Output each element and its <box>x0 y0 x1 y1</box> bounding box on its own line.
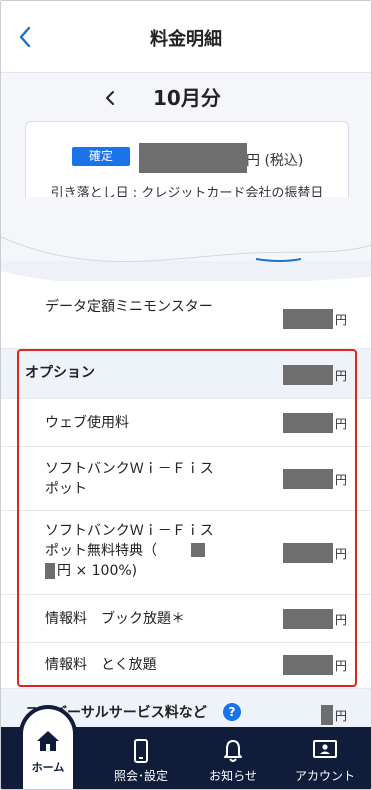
nav-label: アカウント <box>294 769 355 783</box>
section-label: オプション <box>25 365 95 381</box>
amount-unit: 円 <box>334 473 347 487</box>
amount-unit: 円 <box>334 547 347 561</box>
month-label: 10月分 <box>153 86 221 110</box>
amount-redacted <box>283 413 333 433</box>
id-card-icon <box>313 740 337 758</box>
home-icon <box>37 731 59 751</box>
item-label: ソフトバンクＷｉ－Ｆｉスポット <box>45 461 214 497</box>
list-item[interactable]: 情報料 ブック放題＊ 円 <box>1 595 371 643</box>
nav-account[interactable]: アカウント <box>285 731 365 787</box>
list-item[interactable]: ソフトバンクＷｉ－Ｆｉスポット 円 <box>1 447 371 511</box>
list-item[interactable]: ソフトバンクＷｉ－Ｆｉスポット無料特典（ 円 × 100%) 円 <box>1 511 371 595</box>
amount-redacted <box>321 705 333 725</box>
item-label: ウェブ使用料 <box>45 415 129 431</box>
item-label: データ定額ミニモンスター <box>45 299 213 315</box>
previous-month-button[interactable] <box>105 85 115 114</box>
list-item[interactable]: ウェブ使用料 円 <box>1 399 371 447</box>
amount-redacted <box>283 543 333 563</box>
amount-redacted <box>283 655 333 675</box>
amount-unit: 円 <box>334 313 347 327</box>
nav-label: ホーム <box>31 761 65 774</box>
status-badge: 確定 <box>72 147 130 166</box>
nav-notifications[interactable]: お知らせ <box>193 731 273 787</box>
amount-redacted <box>283 309 333 329</box>
total-amount-unit: 円 (税込) <box>246 153 304 169</box>
amount-unit: 円 <box>334 369 347 383</box>
total-amount-redacted <box>139 143 247 173</box>
app-frame: 料金明細 10月分 確定 円 (税込) 引き落とし日 : クレジットカード会社の… <box>0 0 372 790</box>
amount-redacted <box>283 365 333 385</box>
nav-home[interactable]: ホーム <box>19 705 77 789</box>
amount-unit: 円 <box>334 613 347 627</box>
item-label: 情報料 とく放題 <box>45 657 157 673</box>
item-label-a: ソフトバンクＷｉ－Ｆｉスポット無料特典（ <box>45 523 214 559</box>
charge-list: データ定額ミニモンスター 円 オプション 円 ウェブ使用料 円 ソフトバンクＷｉ… <box>1 281 371 739</box>
item-label: 情報料 ブック放題＊ <box>45 611 185 627</box>
nav-label: 照会･設定 <box>113 769 168 783</box>
amount-unit: 円 <box>334 417 347 431</box>
nav-settings[interactable]: 照会･設定 <box>101 731 181 787</box>
amount-unit: 円 <box>334 659 347 673</box>
list-item[interactable]: データ定額ミニモンスター 円 <box>1 281 371 349</box>
app-header: 料金明細 <box>1 1 371 73</box>
section-header-options[interactable]: オプション 円 <box>1 349 371 399</box>
amount-redacted <box>283 469 333 489</box>
help-icon[interactable]: ? <box>223 703 241 721</box>
list-item[interactable]: 情報料 とく放題 円 <box>1 643 371 689</box>
page-title: 料金明細 <box>150 29 222 50</box>
item-label-b: 円 × 100%) <box>57 563 138 579</box>
smartphone-icon <box>134 739 148 763</box>
wave-divider <box>1 197 371 287</box>
bell-icon <box>224 740 242 762</box>
month-selector: 10月分 <box>1 85 371 111</box>
inline-redacted <box>191 543 205 557</box>
amount-redacted <box>283 609 333 629</box>
inline-redacted <box>45 563 55 579</box>
nav-label: お知らせ <box>209 769 257 783</box>
chevron-left-icon <box>106 91 114 105</box>
amount-unit: 円 <box>334 709 347 723</box>
